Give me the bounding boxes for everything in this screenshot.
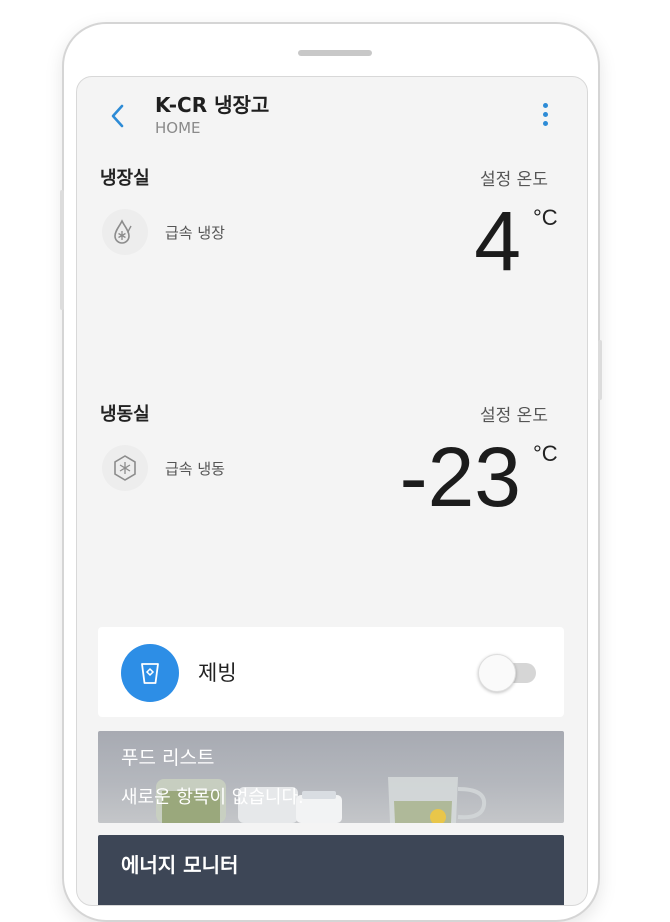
phone-side-button-left <box>60 190 64 310</box>
app-screen: K-CR 냉장고 HOME 냉장실 설정 온도 급속 냉장 4 °C 냉동실 설… <box>76 76 588 906</box>
freezer-set-temp-label: 설정 온도 <box>480 406 548 426</box>
toggle-knob <box>478 654 516 692</box>
freezer-temperature-unit: °C <box>533 441 558 466</box>
rapid-freeze-label: 급속 냉동 <box>165 460 225 478</box>
page-subtitle: HOME <box>155 119 201 137</box>
chevron-left-icon <box>111 104 124 128</box>
food-list-card[interactable]: 푸드 리스트 새로운 항목이 없습니다. <box>98 731 564 823</box>
fridge-set-temp-label: 설정 온도 <box>480 170 548 190</box>
hexagon-snowflake-icon <box>114 455 136 481</box>
ice-maker-card: 제빙 <box>98 627 564 717</box>
rapid-freeze-button[interactable] <box>102 445 148 491</box>
phone-speaker <box>298 50 372 56</box>
more-vertical-icon <box>535 103 555 126</box>
freezer-section-title: 냉동실 <box>100 404 150 425</box>
ice-maker-toggle[interactable] <box>478 654 538 692</box>
phone-side-button-right <box>598 340 602 400</box>
more-options-button[interactable] <box>535 103 555 131</box>
energy-monitor-title: 에너지 모니터 <box>121 853 239 877</box>
food-list-title: 푸드 리스트 <box>121 747 215 769</box>
rapid-cool-button[interactable] <box>102 209 148 255</box>
freezer-temperature: -23 <box>399 430 521 524</box>
food-list-status: 새로운 항목이 없습니다. <box>121 787 304 808</box>
ice-maker-label: 제빙 <box>198 661 237 685</box>
back-button[interactable] <box>107 102 131 130</box>
glass-icon <box>141 663 159 684</box>
page-title: K-CR 냉장고 <box>155 93 270 117</box>
fridge-section-title: 냉장실 <box>100 168 150 189</box>
water-drop-snowflake-icon <box>114 219 132 244</box>
fridge-temperature: 4 <box>474 194 521 288</box>
fridge-temperature-unit: °C <box>533 205 558 230</box>
energy-monitor-card[interactable]: 에너지 모니터 <box>98 835 564 905</box>
ice-maker-icon-badge <box>121 644 179 702</box>
rapid-cool-label: 급속 냉장 <box>165 224 225 242</box>
